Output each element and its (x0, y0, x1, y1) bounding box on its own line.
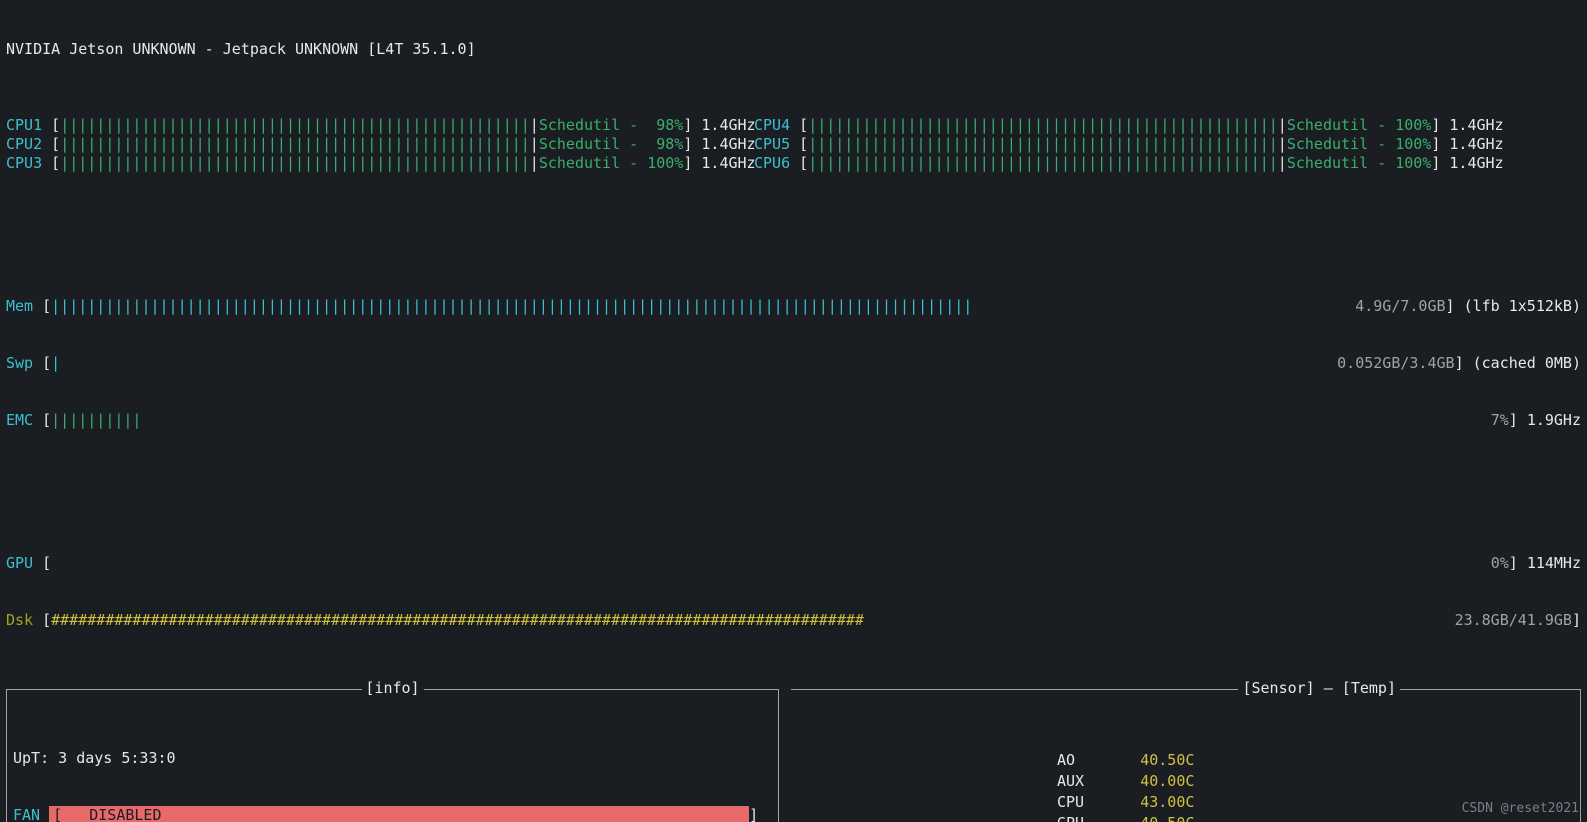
emc-row: EMC [|||||||||| 7%] 1.9GHz (6, 411, 1581, 430)
cpu-row-cpu1: CPU1 [||||||||||||||||||||||||||||||||||… (6, 116, 754, 135)
mem-row: Mem [|||||||||||||||||||||||||||||||||||… (6, 297, 1581, 316)
emc-label: EMC (6, 411, 33, 430)
uptime: UpT: 3 days 5:33:0 (13, 749, 772, 768)
mem-label: Mem (6, 297, 33, 316)
sensor-row: AO 40.50C (1057, 751, 1212, 770)
sensor-name: AUX (1057, 772, 1138, 791)
dsk-row: Dsk [###################################… (6, 611, 1581, 630)
cpu-block: CPU1 [||||||||||||||||||||||||||||||||||… (6, 116, 1581, 173)
watermark: CSDN @reset2021 (1462, 799, 1579, 818)
cpu-row-cpu6: CPU6 [||||||||||||||||||||||||||||||||||… (754, 154, 1502, 173)
cpu-row-cpu5: CPU5 [||||||||||||||||||||||||||||||||||… (754, 135, 1502, 154)
sensor-name: AO (1057, 751, 1138, 770)
swp-row: Swp [| 0.052GB/3.4GB] (cached 0MB) (6, 354, 1581, 373)
swp-bar: | (51, 354, 60, 373)
sensor-row: GPU 40.50C (1057, 814, 1212, 822)
fan-disabled-bar: [ DISABLED (49, 806, 749, 822)
sensor-temp: 43.00C (1140, 793, 1212, 812)
emc-bar: |||||||||| (51, 411, 141, 430)
swp-label: Swp (6, 354, 33, 373)
mem-bar: ||||||||||||||||||||||||||||||||||||||||… (51, 297, 972, 316)
dsk-label: Dsk (6, 611, 33, 630)
info-panel: [info] UpT: 3 days 5:33:0 FAN [ DISABLED… (6, 689, 778, 822)
sensor-temp: 40.00C (1140, 772, 1212, 791)
gpu-row: GPU [ 0%] 114MHz (6, 554, 1581, 573)
cpu-row-cpu4: CPU4 [||||||||||||||||||||||||||||||||||… (754, 116, 1502, 135)
sensor-row: CPU 43.00C (1057, 793, 1212, 812)
cpu-row-cpu2: CPU2 [||||||||||||||||||||||||||||||||||… (6, 135, 754, 154)
info-panel-title: [info] (361, 679, 423, 698)
dsk-bar: ########################################… (51, 611, 864, 630)
cpu-row-cpu3: CPU3 [||||||||||||||||||||||||||||||||||… (6, 154, 754, 173)
header-line: NVIDIA Jetson UNKNOWN - Jetpack UNKNOWN … (6, 40, 1581, 59)
fan-row: FAN [ DISABLED] (13, 806, 772, 822)
sensor-temp: 40.50C (1140, 751, 1212, 770)
gpu-label: GPU (6, 554, 33, 573)
sensor-name: CPU (1057, 793, 1138, 812)
sensor-panel-title: [Sensor] — [Temp] (1238, 679, 1400, 698)
sensor-row: AUX 40.00C (1057, 772, 1212, 791)
sensor-name: GPU (1057, 814, 1138, 822)
sensor-table: AO 40.50C AUX 40.00C CPU 43.00C GPU 40.5… (1055, 749, 1214, 822)
sensor-temp: 40.50C (1140, 814, 1212, 822)
